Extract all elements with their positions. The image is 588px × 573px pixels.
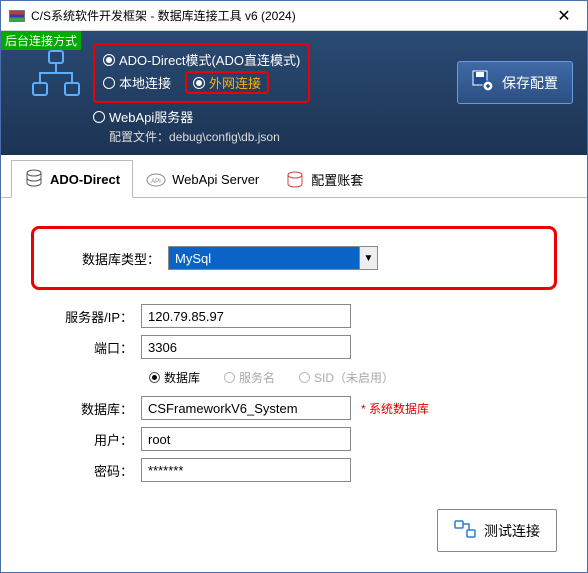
highlight-box-mode: ADO-Direct模式(ADO直连模式) 本地连接 外网连接 (93, 43, 310, 103)
config-file-path: debug\config\db.json (169, 130, 280, 144)
radio-local-label: 本地连接 (119, 73, 171, 92)
network-icon (31, 49, 81, 99)
test-connection-button[interactable]: 测试连接 (437, 509, 557, 552)
connection-mode-panel: 后台连接方式 ADO-Direct模式(ADO直连模式) (1, 31, 587, 155)
titlebar: C/S系统软件开发框架 - 数据库连接工具 v6 (2024) ✕ (1, 1, 587, 31)
chevron-down-icon: ▼ (359, 247, 377, 269)
radio-opt-db[interactable]: 数据库 (149, 369, 200, 386)
dbname-input[interactable] (141, 396, 351, 420)
password-label: 密码： (31, 461, 141, 480)
connection-icon (454, 520, 476, 541)
radio-opt-sid[interactable]: SID（未启用） (299, 369, 394, 386)
tab-webapi-server[interactable]: API WebApi Server (133, 160, 272, 198)
highlight-box-dbtype: 数据库类型： MySql ▼ (31, 226, 557, 290)
tab-config-accounts[interactable]: 配置账套 (272, 160, 376, 198)
close-button[interactable]: ✕ (541, 1, 587, 31)
dbtype-value: MySql (169, 247, 359, 269)
port-label: 端口： (31, 338, 141, 357)
dbtype-dropdown[interactable]: MySql ▼ (168, 246, 378, 270)
tab-bar: ADO-Direct API WebApi Server 配置账套 (1, 159, 587, 198)
tab-webapi-label: WebApi Server (172, 172, 259, 187)
save-config-button[interactable]: 保存配置 (457, 61, 573, 104)
api-icon: API (146, 170, 166, 190)
radio-webapi-label: WebApi服务器 (109, 107, 193, 126)
radio-local[interactable]: 本地连接 (103, 73, 171, 92)
panel-tag: 后台连接方式 (1, 31, 81, 50)
radio-opt-service[interactable]: 服务名 (224, 369, 275, 386)
radio-remote[interactable]: 外网连接 (193, 73, 261, 92)
config-db-icon (285, 170, 305, 190)
bottom-bar: 测试连接 (1, 509, 587, 572)
radio-remote-label: 外网连接 (209, 73, 261, 92)
tab-config-label: 配置账套 (311, 170, 363, 189)
server-label: 服务器/IP： (31, 307, 141, 326)
db-identifier-radios: 数据库 服务名 SID（未启用） (149, 369, 557, 386)
dbname-label: 数据库： (31, 399, 141, 418)
test-connection-label: 测试连接 (484, 521, 540, 541)
password-input[interactable] (141, 458, 351, 482)
app-window: C/S系统软件开发框架 - 数据库连接工具 v6 (2024) ✕ 后台连接方式 (0, 0, 588, 573)
radio-ado-direct-label: ADO-Direct模式(ADO直连模式) (119, 50, 300, 69)
database-icon (24, 169, 44, 189)
dbtype-label: 数据库类型： (58, 249, 168, 268)
app-icon (9, 10, 25, 22)
dbname-note: * 系统数据库 (361, 400, 429, 417)
server-input[interactable] (141, 304, 351, 328)
user-label: 用户： (31, 430, 141, 449)
tab-ado-direct[interactable]: ADO-Direct (11, 160, 133, 198)
radio-ado-direct[interactable]: ADO-Direct模式(ADO直连模式) (103, 50, 300, 69)
form-area: 数据库类型： MySql ▼ 服务器/IP： 端口： 数据库 服务名 SID（未… (1, 198, 587, 509)
config-file-label: 配置文件： (109, 130, 169, 144)
radio-webapi[interactable]: WebApi服务器 (93, 107, 193, 126)
highlight-box-remote: 外网连接 (185, 71, 269, 94)
save-config-label: 保存配置 (502, 73, 558, 93)
window-title: C/S系统软件开发框架 - 数据库连接工具 v6 (2024) (31, 7, 541, 24)
port-input[interactable] (141, 335, 351, 359)
user-input[interactable] (141, 427, 351, 451)
save-icon (472, 70, 494, 95)
svg-text:API: API (151, 179, 161, 185)
tab-ado-label: ADO-Direct (50, 172, 120, 187)
